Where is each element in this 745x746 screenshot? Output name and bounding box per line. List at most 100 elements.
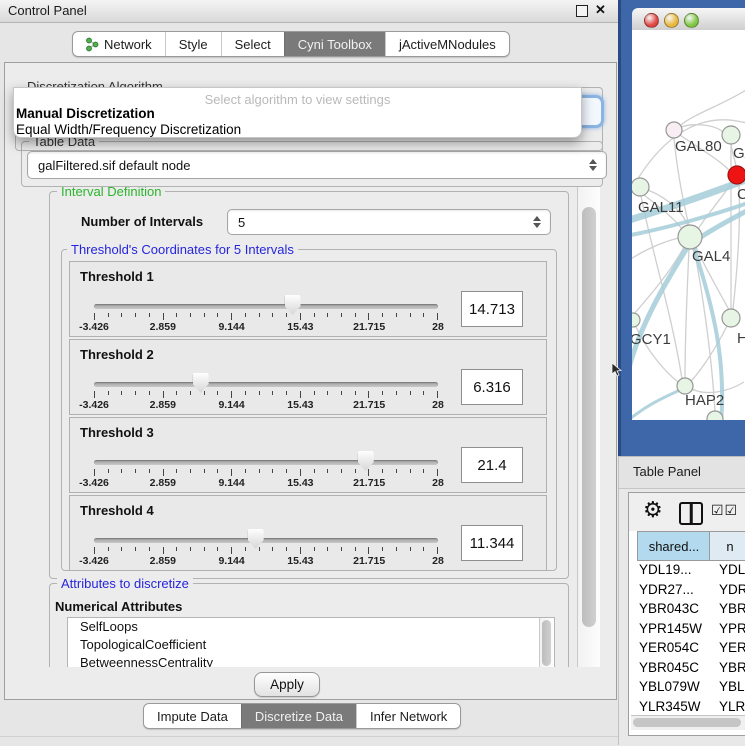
network-canvas[interactable]: GAL80GACGAL11GAL4GCY1HHAP2 <box>632 30 745 420</box>
tick-label: 28 <box>432 321 444 333</box>
control-panel-window: Control Panel ✕ Network Style SelectCyni T… <box>0 0 619 745</box>
tab-infer-network[interactable]: Infer Network <box>356 704 460 728</box>
settings-scrollbar[interactable] <box>577 187 600 667</box>
tab-jactivemnodules[interactable]: jActiveMNodules <box>385 32 509 56</box>
node-label-gal80: GAL80 <box>675 138 722 155</box>
slider-thumb[interactable] <box>285 295 301 315</box>
tab-cyni-toolbox[interactable]: Cyni Toolbox <box>284 32 385 56</box>
cell-name: YPR1 <box>719 621 745 636</box>
tab-impute-data[interactable]: Impute Data <box>144 704 241 728</box>
slider-thumb[interactable] <box>248 529 264 549</box>
threshold-1-panel: Threshold 1-3.4262.8599.14415.4321.71528… <box>69 261 547 337</box>
number-of-intervals-combobox[interactable]: 5 <box>227 209 551 235</box>
column-header-1[interactable]: n <box>709 531 745 561</box>
tab-discretize-data[interactable]: Discretize Data <box>241 704 356 728</box>
column-header-0[interactable]: shared... <box>637 531 710 561</box>
tick-label: 9.144 <box>218 321 244 333</box>
float-window-icon[interactable] <box>576 5 588 17</box>
cell-shared-name: YDR27... <box>639 582 694 597</box>
cell-shared-name: YLR345W <box>639 699 701 714</box>
table-row[interactable]: YDL19...YDL1 <box>629 561 745 581</box>
cell-name: YDR2 <box>719 582 745 597</box>
table-horizontal-scrollbar[interactable] <box>631 715 745 730</box>
slider-track[interactable] <box>94 538 438 543</box>
slider-track[interactable] <box>94 304 438 309</box>
table-row[interactable]: YBR043CYBR0 <box>629 600 745 620</box>
tab-label: Discretize Data <box>255 709 343 724</box>
attribute-item[interactable]: SelfLoops <box>68 618 554 636</box>
tick-label: 15.43 <box>287 555 313 567</box>
tick-label: 28 <box>432 555 444 567</box>
slider-thumb[interactable] <box>358 451 374 471</box>
cell-shared-name: YPR145W <box>639 621 702 636</box>
combo-stepper-icon <box>533 216 541 228</box>
algorithm-option-0[interactable]: Manual Discretization <box>16 106 155 121</box>
node-label-gal4: GAL4 <box>692 248 730 265</box>
gear-icon[interactable]: ⚙ <box>643 497 663 523</box>
split-pane-icon[interactable] <box>679 502 703 525</box>
tab-style[interactable]: Style <box>165 32 221 56</box>
tick-label: 21.715 <box>353 477 385 489</box>
numerical-attributes-list[interactable]: SelfLoopsTopologicalCoefficientBetweenne… <box>67 617 555 667</box>
cell-shared-name: YDL19... <box>639 562 692 577</box>
threshold-value-field[interactable]: 6.316 <box>461 369 523 405</box>
tick-label: 2.859 <box>150 399 176 411</box>
table-panel-title: Table Panel <box>633 464 701 479</box>
minimize-traffic-light-icon[interactable] <box>664 13 679 28</box>
table-row[interactable]: YBR045CYBR0 <box>629 659 745 679</box>
checkbox-icons[interactable]: ☑☑ <box>711 502 738 519</box>
threshold-3-panel: Threshold 3-3.4262.8599.14415.4321.71528… <box>69 417 547 493</box>
numerical-attributes-label: Numerical Attributes <box>55 599 182 614</box>
threshold-value-field[interactable]: 11.344 <box>461 525 523 561</box>
tab-label: Style <box>179 37 208 52</box>
slider-ticks <box>94 547 438 554</box>
zoom-traffic-light-icon[interactable] <box>684 13 699 28</box>
tick-label: 9.144 <box>218 555 244 567</box>
node-label-gcy1: GCY1 <box>632 331 671 348</box>
table-row[interactable]: YDR27... YDR2 <box>629 581 745 601</box>
table-row[interactable]: YBL079WYBL0 <box>629 678 745 698</box>
threshold-value-field[interactable]: 14.713 <box>461 291 523 327</box>
tab-label: Impute Data <box>157 709 228 724</box>
algorithm-popup-hint: Select algorithm to view settings <box>14 92 581 107</box>
control-panel-titlebar: Control Panel ✕ <box>0 0 618 23</box>
cell-name: YBR0 <box>719 660 745 675</box>
threshold-slider[interactable]: -3.4262.8599.14415.4321.71528 <box>94 262 438 336</box>
slider-track[interactable] <box>94 460 438 465</box>
algorithm-option-1[interactable]: Equal Width/Frequency Discretization <box>16 122 241 137</box>
attribute-item[interactable]: TopologicalCoefficient <box>68 636 554 654</box>
network-window-titlebar <box>632 8 745 31</box>
slider-track[interactable] <box>94 382 438 387</box>
close-traffic-light-icon[interactable] <box>644 13 659 28</box>
tick-label: -3.426 <box>79 555 109 567</box>
network-icon <box>86 37 99 52</box>
tick-label: 28 <box>432 477 444 489</box>
threshold-value-field[interactable]: 21.4 <box>461 447 523 483</box>
attributes-list-scrollbar[interactable] <box>539 618 553 667</box>
close-icon[interactable]: ✕ <box>595 2 606 18</box>
tab-label: Infer Network <box>370 709 447 724</box>
tab-select[interactable]: Select <box>221 32 284 56</box>
table-row[interactable]: YER054CYER0 <box>629 639 745 659</box>
settings-scroll-viewport: Interval Definition Number of Intervals … <box>15 187 577 667</box>
cell-shared-name: YBR043C <box>639 601 699 616</box>
tick-label: 21.715 <box>353 321 385 333</box>
tab-network[interactable]: Network <box>73 32 165 56</box>
tick-label: 9.144 <box>218 477 244 489</box>
apply-button[interactable]: Apply <box>254 672 320 697</box>
slider-thumb[interactable] <box>193 373 209 393</box>
threshold-slider[interactable]: -3.4262.8599.14415.4321.71528 <box>94 496 438 570</box>
mouse-cursor <box>611 363 622 378</box>
attribute-item[interactable]: BetweennessCentrality <box>68 654 554 667</box>
cell-name: YBL0 <box>719 679 745 694</box>
table-data-value: galFiltered.sif default node <box>38 158 190 173</box>
node-label-ga: GA <box>733 145 745 162</box>
table-row[interactable]: YPR145W YPR1 <box>629 620 745 640</box>
cell-shared-name: YER054C <box>639 640 699 655</box>
thresholds-group-title: Threshold's Coordinates for 5 Intervals <box>67 242 298 257</box>
tick-label: -3.426 <box>79 321 109 333</box>
threshold-slider[interactable]: -3.4262.8599.14415.4321.71528 <box>94 340 438 414</box>
node-label-gal11: GAL11 <box>638 199 684 216</box>
table-data-combobox[interactable]: galFiltered.sif default node <box>27 151 607 179</box>
threshold-slider[interactable]: -3.4262.8599.14415.4321.71528 <box>94 418 438 492</box>
